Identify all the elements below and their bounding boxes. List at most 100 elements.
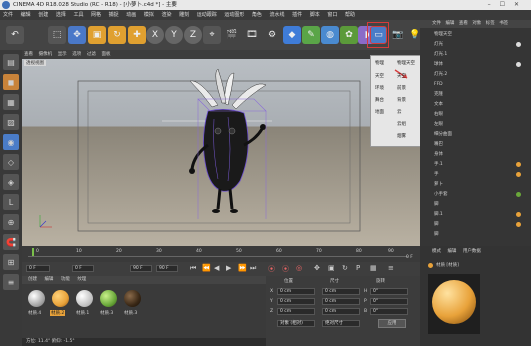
prev-key-icon[interactable]: ⏪ xyxy=(202,264,211,272)
object-row[interactable]: 灯光 xyxy=(420,41,531,48)
size-z-field[interactable]: 0 cm xyxy=(322,308,360,315)
object-menu-bookmarks[interactable]: 书签 xyxy=(499,21,508,26)
tag-icon[interactable] xyxy=(516,172,521,177)
object-row[interactable]: 左眼 xyxy=(420,121,531,128)
material-swatch[interactable] xyxy=(28,290,45,307)
preview-end-field[interactable]: 90 F xyxy=(156,265,178,272)
model-mode-icon[interactable]: ◼ xyxy=(3,74,19,90)
make-editable-icon[interactable]: ▤ xyxy=(3,54,19,70)
attribute-menu-userdata[interactable]: 用户数据 xyxy=(463,249,481,254)
polygons-mode-icon[interactable]: ◈ xyxy=(3,174,19,190)
menu-plugins[interactable]: 插件 xyxy=(292,10,302,20)
menu-select[interactable]: 选择 xyxy=(56,10,66,20)
rotate-icon[interactable]: ↻ xyxy=(108,26,126,44)
x-axis-icon[interactable]: X xyxy=(146,26,164,44)
object-menu-objects[interactable]: 对象 xyxy=(472,21,481,26)
material-swatch[interactable] xyxy=(100,290,117,307)
tweak-icon[interactable]: ⊕ xyxy=(3,214,19,230)
object-row[interactable]: 脚 xyxy=(420,221,531,228)
tag-icon[interactable] xyxy=(516,192,521,197)
tag-icon[interactable] xyxy=(516,42,521,47)
coord-mode-select[interactable]: 对象 (相对) xyxy=(277,320,315,327)
start-frame-field[interactable]: 0 F xyxy=(26,265,50,272)
lock-workplane-icon[interactable]: ⊞ xyxy=(3,254,19,270)
attribute-menu-edit[interactable]: 编辑 xyxy=(447,249,456,254)
position-x-field[interactable]: 0 cm xyxy=(277,288,315,295)
object-row[interactable]: 脚 xyxy=(420,201,531,208)
material-menu-create[interactable]: 创建 xyxy=(28,277,37,282)
menu-help[interactable]: 帮助 xyxy=(345,10,355,20)
rotation-key-icon[interactable]: ↻ xyxy=(342,264,348,272)
menu-pipeline[interactable]: 流水线 xyxy=(270,10,285,20)
object-row[interactable]: 身体 xyxy=(420,151,531,158)
viewport-menu-view[interactable]: 查看 xyxy=(24,52,33,57)
menu-render[interactable]: 渲染 xyxy=(161,10,171,20)
render-settings-icon[interactable]: ⚙ xyxy=(263,26,281,44)
material-swatch[interactable] xyxy=(124,290,141,307)
material-menu-texture[interactable]: 纹理 xyxy=(77,277,86,282)
undo-icon[interactable]: ↶ xyxy=(6,26,24,44)
move-icon[interactable]: ✥ xyxy=(68,26,86,44)
position-z-field[interactable]: 0 cm xyxy=(277,308,315,315)
object-row[interactable]: 球体 xyxy=(420,61,531,68)
object-menu-file[interactable]: 文件 xyxy=(432,21,441,26)
object-row[interactable]: 灯光.1 xyxy=(420,51,531,58)
menu-sculpt[interactable]: 雕刻 xyxy=(179,10,189,20)
viewport-menu-options[interactable]: 选项 xyxy=(72,52,81,57)
quantize-icon[interactable]: ≡ xyxy=(3,274,19,290)
subdivision-icon[interactable]: ◍ xyxy=(321,26,339,44)
cube-icon[interactable]: ◆ xyxy=(283,26,301,44)
timeline-menu-icon[interactable]: ≡ xyxy=(388,264,394,272)
menu-create[interactable]: 创建 xyxy=(38,10,48,20)
param-key-icon[interactable]: P xyxy=(356,264,360,272)
points-mode-icon[interactable]: ◉ xyxy=(3,134,19,150)
apply-button[interactable]: 应用 xyxy=(378,319,406,328)
texture-mode-icon[interactable]: ▦ xyxy=(3,94,19,110)
menu-character[interactable]: 角色 xyxy=(252,10,262,20)
menu-motion-tracking[interactable]: 运动跟踪 xyxy=(197,10,217,20)
object-row[interactable]: 萝卜 xyxy=(420,181,531,188)
menu-script[interactable]: 脚本 xyxy=(310,10,320,20)
viewport-canvas[interactable] xyxy=(22,59,420,246)
edges-mode-icon[interactable]: ◇ xyxy=(3,154,19,170)
size-y-field[interactable]: 0 cm xyxy=(322,298,360,305)
rotation-h-field[interactable]: 0° xyxy=(370,288,408,295)
viewport-menu-display[interactable]: 显示 xyxy=(58,52,67,57)
menu-mesh[interactable]: 网格 xyxy=(91,10,101,20)
material-swatch[interactable] xyxy=(76,290,93,307)
scale-icon[interactable]: ▣ xyxy=(88,26,106,44)
menu-edit[interactable]: 编辑 xyxy=(21,10,31,20)
tag-icon[interactable] xyxy=(516,222,521,227)
coordinate-system-icon[interactable]: ⌖ xyxy=(203,26,221,44)
menu-window[interactable]: 窗口 xyxy=(327,10,337,20)
object-row[interactable]: 右眼 xyxy=(420,111,531,118)
window-controls[interactable]: –☐✕ xyxy=(488,0,528,10)
end-frame-field[interactable]: 90 F xyxy=(130,265,152,272)
timeline-playhead[interactable] xyxy=(32,248,34,256)
enable-axis-icon[interactable]: L xyxy=(3,194,19,210)
object-row[interactable]: 灯光.2 xyxy=(420,71,531,78)
pla-key-icon[interactable]: ▦ xyxy=(370,264,377,272)
material-menu-function[interactable]: 功能 xyxy=(61,277,70,282)
live-select-icon[interactable]: ⬚ xyxy=(48,26,66,44)
size-x-field[interactable]: 0 cm xyxy=(322,288,360,295)
material-swatch[interactable] xyxy=(52,290,69,307)
render-view-icon[interactable]: 🎬 xyxy=(223,26,241,44)
rotation-b-field[interactable]: 0° xyxy=(370,308,408,315)
object-row[interactable]: 手 xyxy=(420,171,531,178)
attribute-menu-mode[interactable]: 模式 xyxy=(432,249,441,254)
object-row[interactable]: 小手套 xyxy=(420,191,531,198)
go-end-icon[interactable]: ⏭ xyxy=(250,264,256,273)
tag-icon[interactable] xyxy=(516,162,521,167)
menu-snap[interactable]: 捕捉 xyxy=(109,10,119,20)
z-axis-icon[interactable]: Z xyxy=(184,26,202,44)
object-row[interactable]: 脚.1 xyxy=(420,211,531,218)
material-menu-edit[interactable]: 编辑 xyxy=(44,277,53,282)
go-start-icon[interactable]: ⏮ xyxy=(190,264,196,273)
object-row[interactable]: 克隆 xyxy=(420,91,531,98)
menu-mograph[interactable]: 运动图形 xyxy=(224,10,244,20)
object-row[interactable]: FFD xyxy=(420,81,531,88)
snap-icon[interactable]: 🧲 xyxy=(3,234,19,250)
object-menu-tags[interactable]: 标签 xyxy=(486,21,495,26)
keyframe-selection-icon[interactable]: ◎ xyxy=(296,264,302,272)
